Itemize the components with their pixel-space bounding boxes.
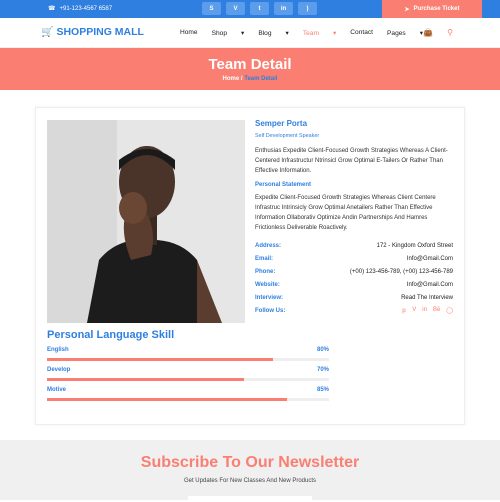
nav-item-shop[interactable]: Shop ▾ [212, 29, 245, 37]
nav-icons: 👜 ⚲ [423, 28, 453, 37]
detail-row-phone: Phone: (+00) 123-456-789, (+00) 123-456-… [255, 268, 453, 275]
bag-icon[interactable]: 👜 [423, 28, 433, 37]
vimeo-icon[interactable]: V [226, 2, 245, 15]
nav-item-pages[interactable]: Pages ▾ [387, 29, 423, 37]
skill-track [47, 378, 329, 381]
skill-fill [47, 358, 273, 361]
nav-item-blog[interactable]: Blog ▾ [258, 29, 289, 37]
phone-number: +91-123-4567 6587 [59, 5, 113, 12]
top-bar: ☎ +91-123-4567 6587 S V t in ) ➤ Purchas… [0, 0, 500, 18]
newsletter-email-input[interactable] [188, 496, 312, 502]
member-statement: Expedite Client-Focused Growth Strategie… [255, 195, 436, 231]
cart-logo-icon: 🛒 [41, 26, 54, 38]
vimeo-icon[interactable]: V [412, 307, 416, 314]
phone-icon: ☎ [48, 6, 56, 12]
newsletter-title: Subscribe To Our Newsletter [140, 454, 360, 471]
skype-icon[interactable]: S [202, 2, 221, 15]
website-link[interactable]: Info@Gmail.Com [407, 282, 453, 288]
member-photo [47, 120, 245, 323]
skill-fill [47, 378, 245, 381]
member-bio: Enthusias Expedite Client-Focused Growth… [255, 148, 448, 174]
nav-item-home[interactable]: Home [180, 29, 198, 37]
twitter-icon[interactable]: 𝕡 [402, 307, 406, 314]
skill-fill [47, 398, 287, 401]
page-banner: Team Detail Home / Team Detail [0, 48, 500, 90]
detail-row-address: Address: 172 - Kingdom Oxford Street [255, 242, 453, 249]
newsletter-section: Subscribe To Our Newsletter Get Updates … [0, 440, 500, 502]
nav-item-contact[interactable]: Contact [350, 29, 373, 37]
page-title: Team Detail [208, 56, 292, 73]
main-navigation: 🛒 SHOPPING MALL Home Shop ▾ Blog ▾ Team ▾ C… [0, 18, 500, 48]
behance-icon[interactable]: Bē [433, 307, 440, 314]
site-logo[interactable]: 🛒 SHOPPING MALL [41, 26, 144, 38]
member-details: Address: 172 - Kingdom Oxford Street Ema… [255, 239, 453, 317]
skill-english: English 80% [47, 347, 329, 361]
nav-menu: Home Shop ▾ Blog ▾ Team ▾ Contact Pages ▾ [180, 29, 437, 37]
skill-track [47, 398, 329, 401]
skill-develop: Develop 70% [47, 367, 329, 381]
detail-row-website: Website: Info@Gmail.Com [255, 281, 453, 288]
instagram-icon[interactable]: ◯ [446, 307, 453, 314]
newsletter-subtitle: Get Updates For New Classes And New Prod… [183, 478, 317, 484]
detail-row-follow: Follow Us: 𝕡 V in Bē ◯ [255, 307, 453, 314]
social-links: S V t in ) [202, 2, 317, 15]
logo-text: SHOPPING MALL [56, 26, 144, 38]
nav-item-team[interactable]: Team ▾ [303, 29, 336, 37]
linkedin-icon[interactable]: in [422, 307, 427, 314]
detail-row-interview: Interview: Read The Interview [255, 294, 453, 301]
phone-contact[interactable]: ☎ +91-123-4567 6587 [48, 5, 113, 13]
rss-icon[interactable]: ) [298, 2, 317, 15]
breadcrumb-current: Team Detail [244, 76, 278, 82]
breadcrumb-home[interactable]: Home [223, 76, 240, 82]
breadcrumb: Home / Team Detail [222, 76, 278, 82]
statement-title: Personal Statement [255, 182, 312, 188]
purchase-ticket-label: Purchase Ticket [413, 6, 460, 12]
twitter-icon[interactable]: t [250, 2, 269, 15]
linkedin-icon[interactable]: in [274, 2, 293, 15]
interview-link[interactable]: Read The Interview [401, 295, 453, 301]
member-role: Self Development Speaker [255, 133, 320, 139]
member-name: Semper Porta [255, 119, 308, 128]
member-info: Semper Porta Self Development Speaker En… [255, 119, 453, 317]
detail-row-email: Email: Info@Gmail.Com [255, 255, 453, 262]
follow-icons: 𝕡 V in Bē ◯ [402, 307, 453, 314]
email-link[interactable]: Info@Gmail.Com [407, 256, 453, 262]
purchase-ticket-button[interactable]: ➤ Purchase Ticket [382, 0, 482, 18]
skill-motive: Motive 85% [47, 387, 329, 401]
search-icon[interactable]: ⚲ [447, 28, 453, 37]
ticket-icon: ➤ [404, 6, 410, 13]
language-skills: Personal Language Skill English 80% Devel… [47, 329, 329, 401]
skill-track [47, 358, 329, 361]
skills-title: Personal Language Skill [47, 329, 175, 341]
